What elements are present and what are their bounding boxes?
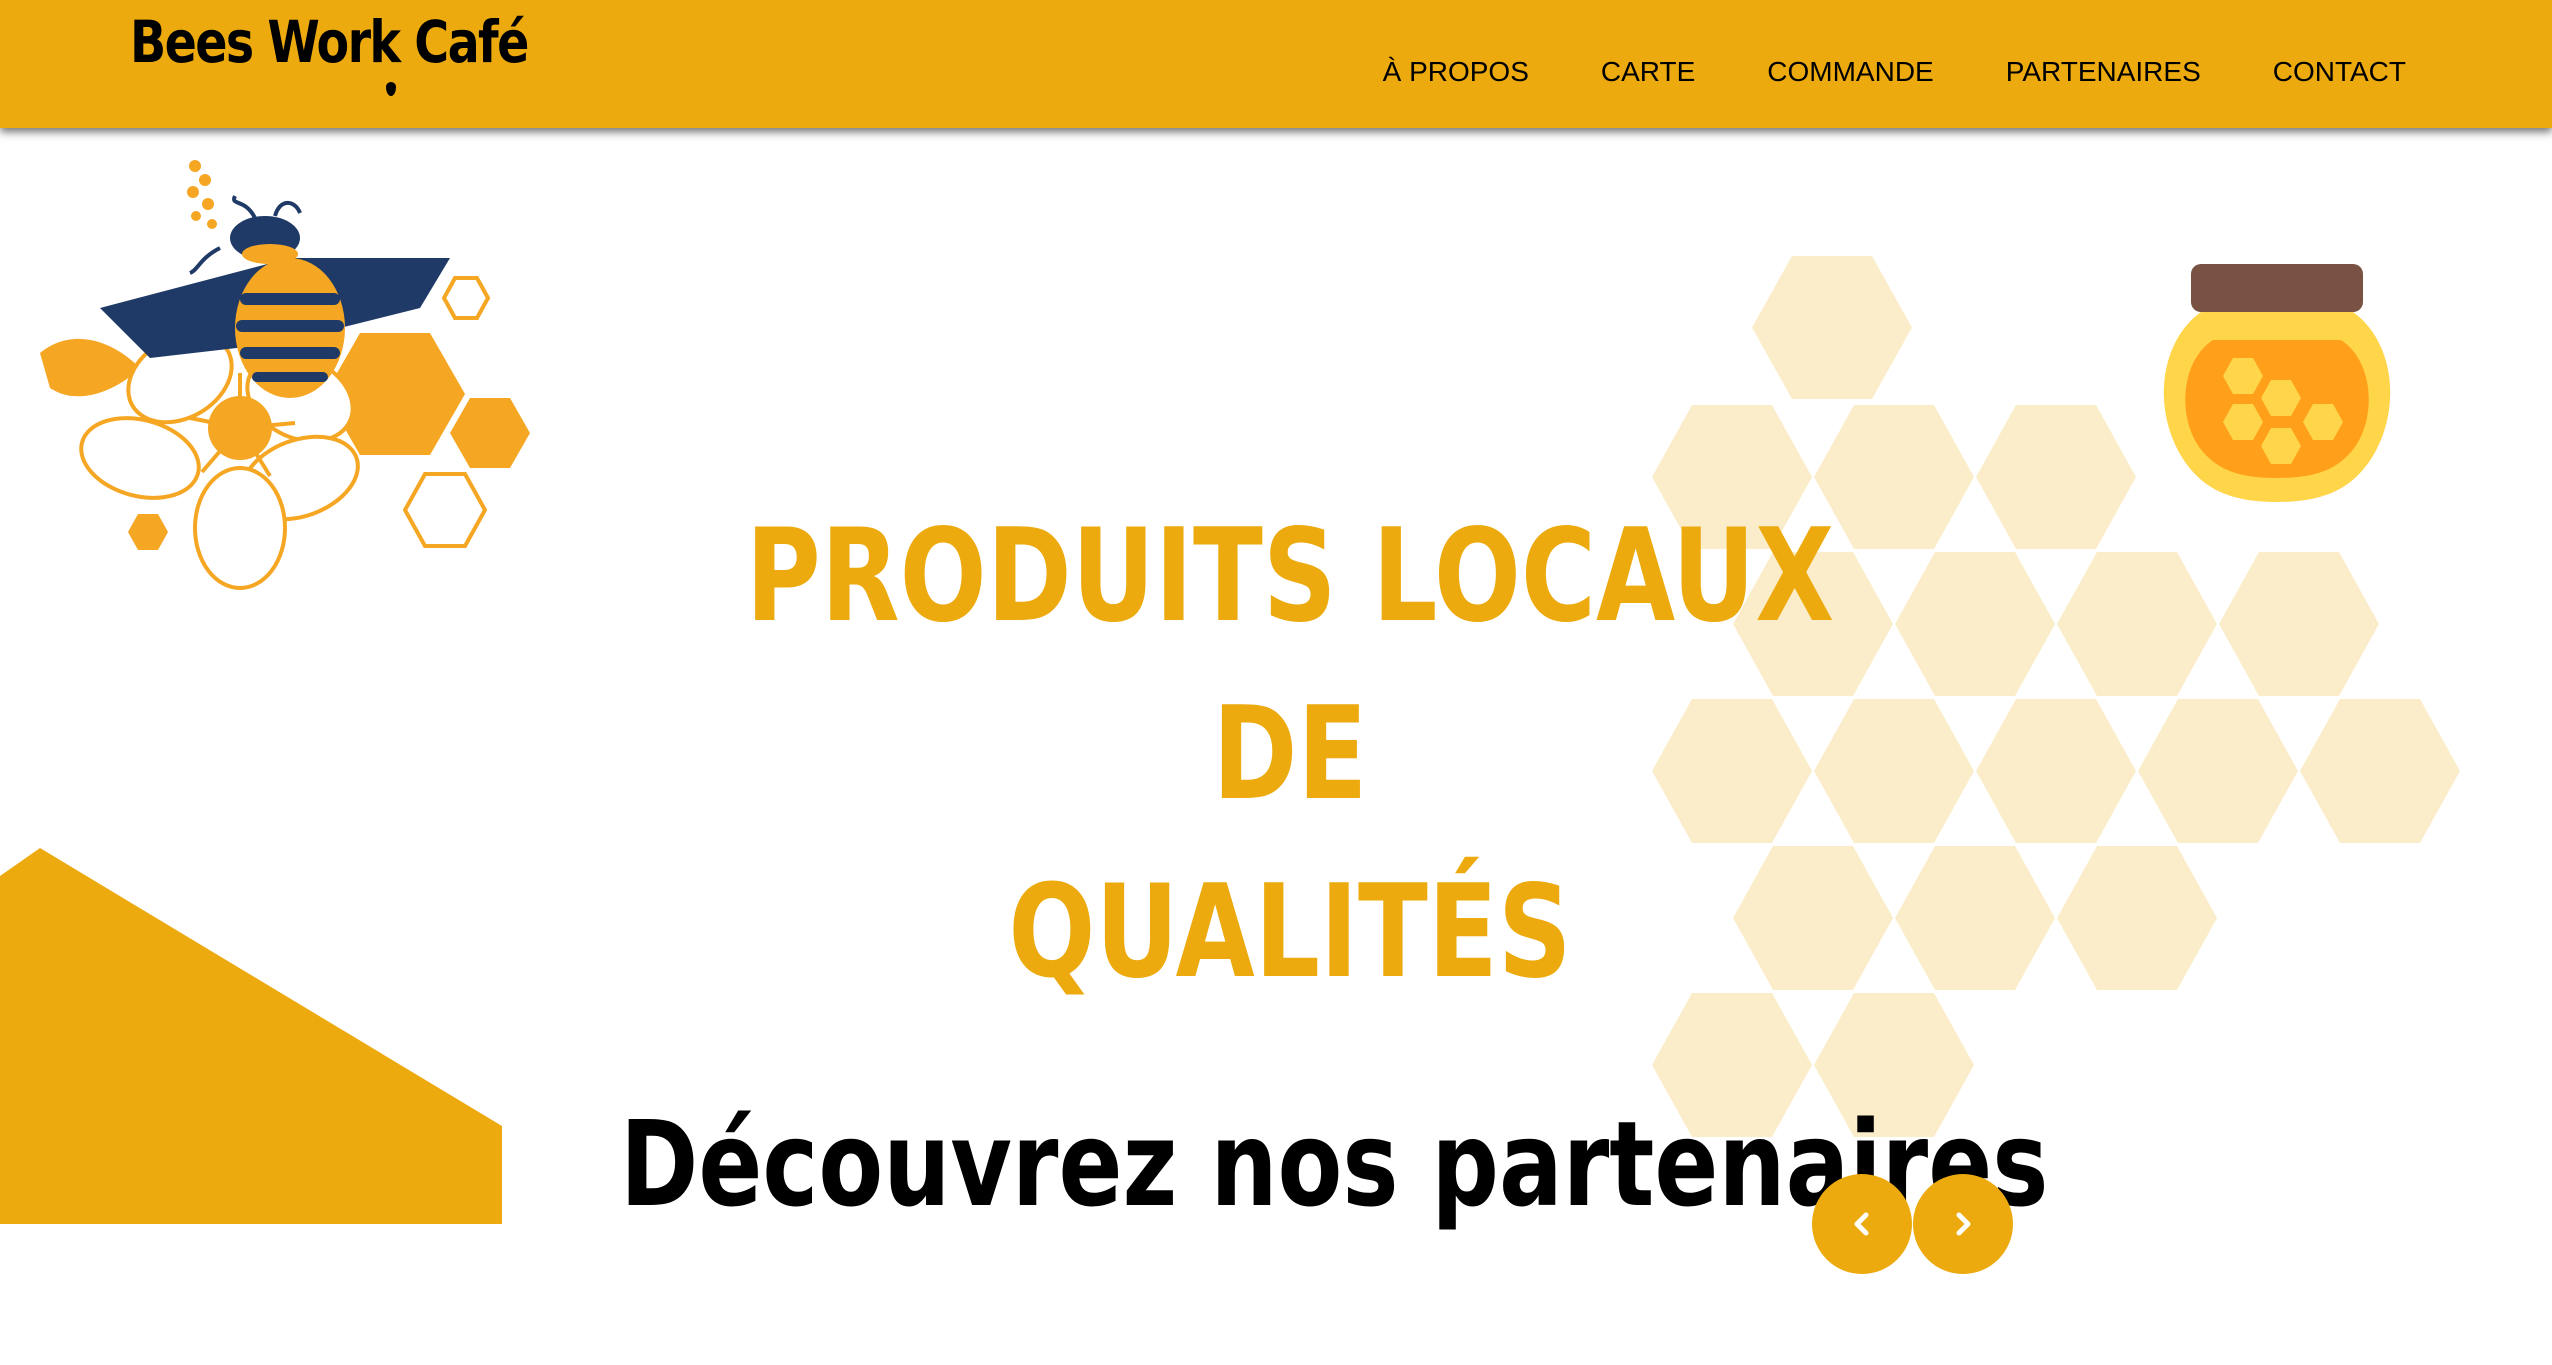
nav-item-a-propos[interactable]: À PROPOS — [1383, 56, 1529, 88]
hero-title-line-1: PRODUITS LOCAUX DE — [745, 502, 1835, 829]
bee-flower-illustration — [40, 160, 530, 590]
carousel-next-button[interactable] — [1913, 1174, 2013, 1274]
decorative-yellow-shape — [0, 848, 502, 1224]
nav-item-partenaires[interactable]: PARTENAIRES — [2006, 56, 2201, 88]
carousel-prev-button[interactable] — [1812, 1174, 1912, 1274]
chevron-right-icon — [1956, 1212, 1971, 1236]
hero-title-line-2: QUALITÉS — [1008, 858, 1572, 1007]
hero-title: PRODUITS LOCAUX DE QUALITÉS — [706, 488, 1874, 1022]
honey-jar-icon — [2163, 264, 2391, 502]
nav-item-contact[interactable]: CONTACT — [2273, 56, 2406, 88]
chevron-left-icon — [1854, 1212, 1869, 1236]
logo-drip-icon — [386, 82, 396, 96]
nav-item-commande[interactable]: COMMANDE — [1767, 56, 1933, 88]
top-nav-bar: Bees Work Café À PROPOS CARTE COMMANDE P… — [0, 0, 2552, 128]
brand-logo[interactable]: Bees Work Café — [130, 8, 529, 76]
main-nav: À PROPOS CARTE COMMANDE PARTENAIRES CONT… — [1383, 56, 2406, 88]
nav-item-carte[interactable]: CARTE — [1601, 56, 1695, 88]
